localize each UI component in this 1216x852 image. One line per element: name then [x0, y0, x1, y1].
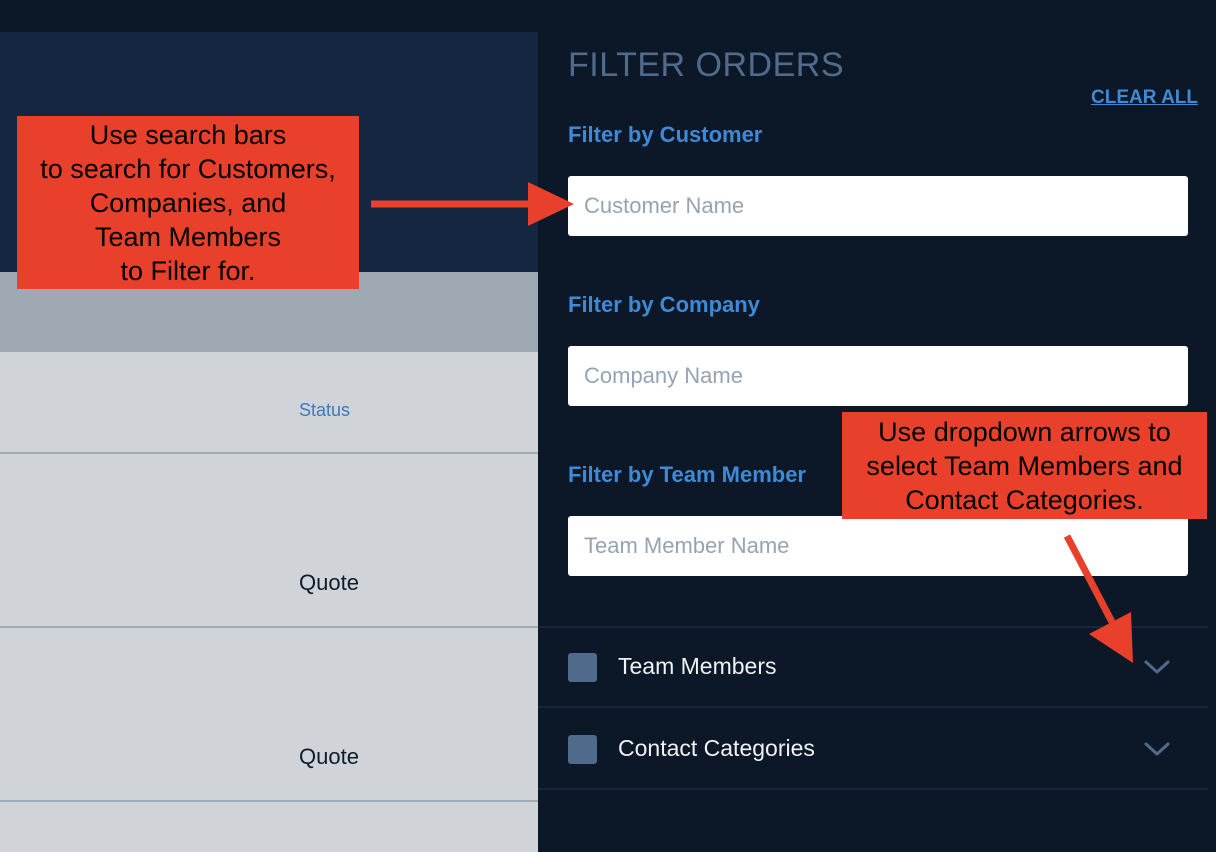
orders-table	[0, 352, 538, 852]
filter-panel-title: FILTER ORDERS	[568, 46, 845, 84]
divider	[538, 706, 1208, 708]
category-row-contact-categories[interactable]: Contact Categories	[538, 709, 1208, 789]
top-bar	[0, 0, 1216, 32]
row-divider	[0, 800, 538, 802]
search-bars-annotation: Use search bars to search for Customers,…	[17, 116, 359, 289]
category-row-team-members[interactable]: Team Members	[538, 627, 1208, 707]
team-member-filter-label: Filter by Team Member	[568, 462, 806, 487]
row-divider	[0, 452, 538, 454]
dropdown-arrows-annotation: Use dropdown arrows to select Team Membe…	[842, 412, 1207, 519]
clear-all-link[interactable]: CLEAR ALL	[1091, 87, 1198, 109]
company-filter-label: Filter by Company	[568, 292, 760, 317]
chevron-down-icon[interactable]	[1142, 737, 1172, 761]
customer-name-input[interactable]	[568, 176, 1188, 236]
customer-filter-label: Filter by Customer	[568, 122, 763, 147]
team-member-name-input[interactable]	[568, 516, 1188, 576]
contact-categories-checkbox[interactable]	[568, 735, 597, 764]
order-status-cell: Quote	[299, 570, 359, 595]
divider	[538, 788, 1208, 790]
order-status-cell: Quote	[299, 744, 359, 769]
chevron-down-icon[interactable]	[1142, 655, 1172, 679]
category-label: Contact Categories	[618, 735, 815, 761]
category-label: Team Members	[618, 653, 777, 679]
team-members-checkbox[interactable]	[568, 653, 597, 682]
status-column-header[interactable]: Status	[299, 400, 350, 421]
row-divider	[0, 626, 538, 628]
company-name-input[interactable]	[568, 346, 1188, 406]
